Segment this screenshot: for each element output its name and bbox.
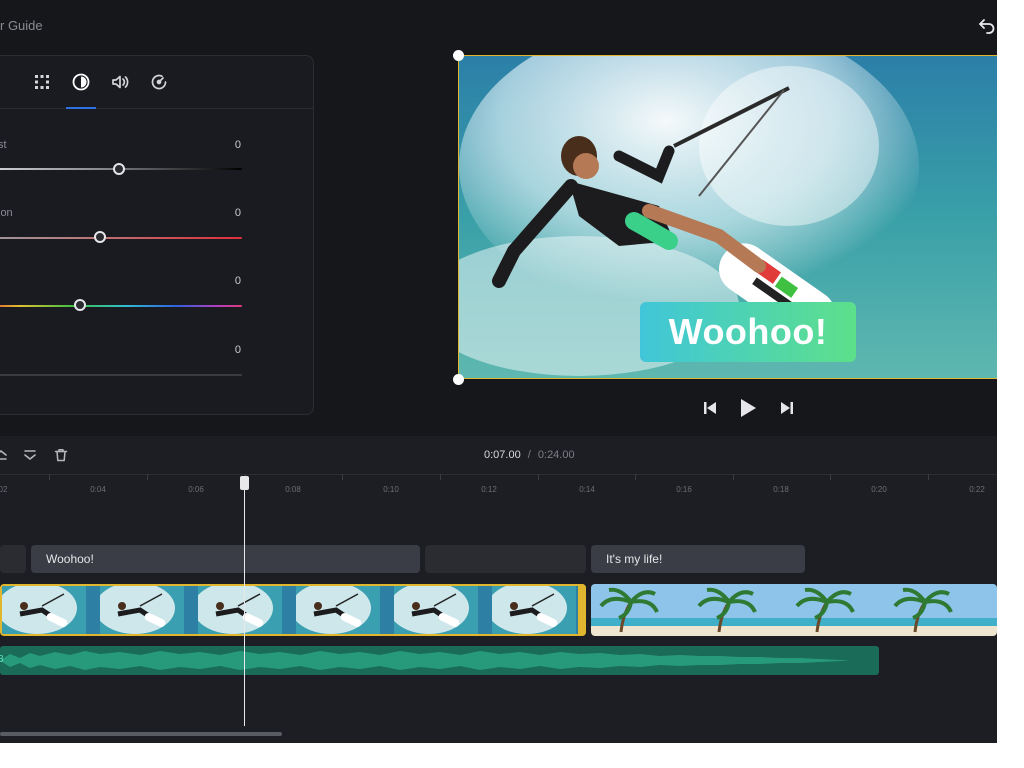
resize-handle-bottom-left[interactable] — [453, 374, 464, 385]
resize-handle-top-left[interactable] — [453, 50, 464, 61]
slider-value-extra: 0 — [234, 344, 241, 356]
undo-icon[interactable] — [978, 16, 996, 34]
clip-thumbnail — [100, 586, 198, 634]
video-editor-app: r Guide st 0 on 0 0 0 Woohoo! 0:07.00 / … — [0, 0, 997, 743]
ruler-label: 0:04 — [90, 485, 106, 494]
playhead-handle[interactable] — [240, 476, 249, 490]
timeline: 0:07.00 / 0:24.00 02 0:04 0:06 0:08 0:10… — [0, 436, 997, 743]
saturation-slider-thumb[interactable] — [94, 231, 106, 243]
ruler-label: 0:12 — [481, 485, 497, 494]
volume-icon[interactable] — [108, 70, 132, 94]
saturation-slider-track[interactable] — [0, 237, 242, 239]
ruler-label: 0:14 — [579, 485, 595, 494]
ruler-label: 0:16 — [676, 485, 692, 494]
ruler-label: 0:20 — [871, 485, 887, 494]
text-overlay[interactable]: Woohoo! — [640, 302, 856, 362]
ruler-label: 0:22 — [969, 485, 985, 494]
slider-label-contrast: st — [0, 139, 7, 151]
slider-value-saturation: 0 — [234, 207, 241, 219]
clip-thumbnail — [296, 586, 394, 634]
text-clip-woohoo[interactable]: Woohoo! — [31, 545, 420, 573]
clip-thumbnail — [983, 584, 997, 636]
clip-thumbnail — [787, 584, 885, 636]
hue-slider-thumb[interactable] — [74, 299, 86, 311]
clip-thumbnail — [591, 584, 689, 636]
text-clip-its-my-life[interactable]: It's my life! — [591, 545, 805, 573]
ruler-tick — [440, 474, 441, 480]
adjustments-panel: st 0 ion 0 0 0 — [0, 55, 314, 415]
ruler-label: 02 — [0, 485, 8, 494]
ruler-tick — [830, 474, 831, 480]
slider-value-contrast: 0 — [234, 139, 241, 151]
clip-thumbnail — [394, 586, 492, 634]
skip-forward-icon[interactable] — [777, 398, 797, 418]
time-separator: / — [527, 449, 531, 461]
timeline-ruler[interactable]: 02 0:04 0:06 0:08 0:10 0:12 0:14 0:16 0:… — [0, 474, 997, 498]
slider-label-saturation: ion — [0, 207, 13, 219]
video-clip-beach[interactable] — [591, 584, 997, 636]
total-time: 0:24.00 — [537, 449, 575, 461]
ruler-label: 0:08 — [285, 485, 301, 494]
audio-clip-label: 3 — [0, 654, 4, 665]
clip-thumbnail — [492, 586, 584, 634]
ruler-tick — [733, 474, 734, 480]
panel-tabs — [0, 56, 313, 109]
video-clip-kitesurf[interactable] — [0, 584, 586, 636]
clip-thumbnail — [198, 586, 296, 634]
clip-thumbnail — [689, 584, 787, 636]
timeline-toolbar: 0:07.00 / 0:24.00 — [0, 436, 997, 475]
text-track-gap — [425, 545, 586, 573]
grid-icon[interactable] — [30, 70, 54, 94]
move-up-icon[interactable] — [0, 446, 10, 464]
clip-thumbnail — [885, 584, 983, 636]
active-tab-indicator — [66, 107, 96, 109]
skip-back-icon[interactable] — [700, 398, 720, 418]
ruler-tick — [928, 474, 929, 480]
audio-waveform — [0, 651, 850, 670]
text-track-gap — [0, 545, 26, 573]
move-down-icon[interactable] — [21, 446, 39, 464]
time-display: 0:07.00 / 0:24.00 — [484, 449, 575, 461]
speed-icon[interactable] — [147, 70, 171, 94]
trash-icon[interactable] — [52, 446, 70, 464]
contrast-slider-thumb[interactable] — [113, 163, 125, 175]
timeline-horizontal-scrollbar[interactable] — [0, 732, 282, 736]
ruler-tick — [49, 474, 50, 480]
video-preview[interactable]: Woohoo! — [458, 55, 997, 379]
extra-slider-track[interactable] — [0, 374, 242, 376]
current-time: 0:07.00 — [484, 449, 521, 461]
ruler-label: 0:06 — [188, 485, 204, 494]
ruler-tick — [147, 474, 148, 480]
slider-value-hue: 0 — [234, 275, 241, 287]
audio-clip[interactable]: 3 — [0, 646, 879, 675]
clip-trim-handle[interactable] — [578, 584, 586, 636]
ruler-tick — [342, 474, 343, 480]
ruler-label: 0:18 — [773, 485, 789, 494]
ruler-tick — [635, 474, 636, 480]
clip-thumbnail — [2, 586, 100, 634]
ruler-label: 0:10 — [383, 485, 399, 494]
play-icon[interactable] — [738, 398, 758, 418]
hue-slider-track[interactable] — [0, 305, 242, 307]
ruler-tick — [538, 474, 539, 480]
playhead-line — [244, 480, 245, 726]
contrast-icon[interactable] — [69, 70, 93, 94]
app-title: r Guide — [0, 18, 43, 33]
